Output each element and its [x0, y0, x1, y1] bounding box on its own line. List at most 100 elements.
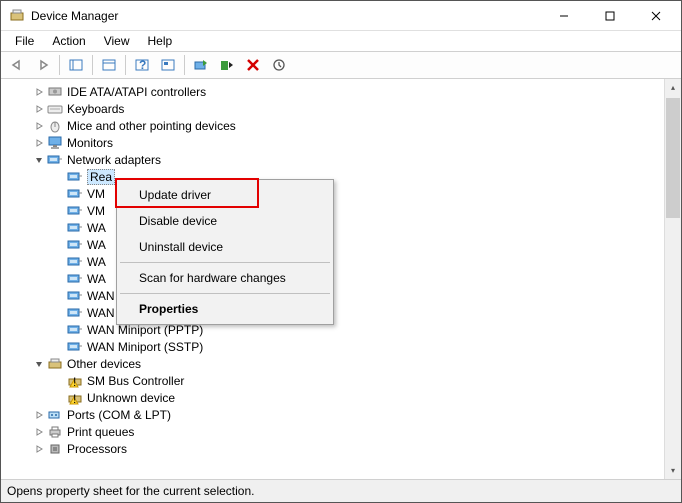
svg-text:?: ?	[139, 58, 146, 72]
nav-back-button[interactable]	[5, 54, 29, 76]
tree-item[interactable]: Other devices	[5, 355, 664, 372]
context-menu-item[interactable]: Update driver	[119, 182, 331, 208]
expand-icon[interactable]	[33, 103, 45, 115]
tree-item[interactable]: WAN Miniport (PPTP)	[5, 321, 664, 338]
tree-item-label: VM	[87, 204, 105, 218]
show-hide-console-button[interactable]	[64, 54, 88, 76]
help-button[interactable]: ?	[130, 54, 154, 76]
uninstall-button[interactable]	[241, 54, 265, 76]
update-driver-button[interactable]	[189, 54, 213, 76]
menu-view[interactable]: View	[96, 32, 138, 50]
toolbar-separator	[184, 55, 185, 75]
mouse-icon	[47, 118, 63, 134]
tree-item-label: Mice and other pointing devices	[67, 119, 236, 133]
tree-item[interactable]: Network adapters	[5, 151, 664, 168]
context-menu-item[interactable]: Uninstall device	[119, 234, 331, 260]
tree-item-label: Network adapters	[67, 153, 161, 167]
tree-item[interactable]: Keyboards	[5, 100, 664, 117]
tree-item[interactable]: !Unknown device	[5, 389, 664, 406]
tree-item-label: Ports (COM & LPT)	[67, 408, 171, 422]
other-icon	[47, 356, 63, 372]
status-text: Opens property sheet for the current sel…	[7, 484, 254, 498]
context-menu-item[interactable]: Disable device	[119, 208, 331, 234]
tree-item[interactable]: Processors	[5, 440, 664, 457]
collapse-icon[interactable]	[33, 358, 45, 370]
expand-icon[interactable]	[33, 137, 45, 149]
net-icon	[47, 152, 63, 168]
tree-item[interactable]: WA	[5, 270, 664, 287]
tree-item-label: WA	[87, 272, 106, 286]
window-controls	[541, 1, 679, 30]
toolbar-separator	[125, 55, 126, 75]
toolbar-separator	[59, 55, 60, 75]
menu-action[interactable]: Action	[44, 32, 93, 50]
context-menu-item[interactable]: Properties	[119, 296, 331, 322]
cpu-icon	[47, 441, 63, 457]
toolbar-separator	[92, 55, 93, 75]
tree-item[interactable]: WAN Miniport (SSTP)	[5, 338, 664, 355]
tree-item[interactable]: Ports (COM & LPT)	[5, 406, 664, 423]
tree-item[interactable]: IDE ATA/ATAPI controllers	[5, 83, 664, 100]
context-menu-item[interactable]: Scan for hardware changes	[119, 265, 331, 291]
scan-button[interactable]	[156, 54, 180, 76]
window-title: Device Manager	[31, 9, 541, 23]
no-expand	[53, 290, 65, 302]
tree-item[interactable]: VM	[5, 202, 664, 219]
printer-icon	[47, 424, 63, 440]
scroll-thumb[interactable]	[666, 98, 680, 218]
app-icon	[9, 8, 25, 24]
close-button[interactable]	[633, 1, 679, 30]
context-menu-separator	[120, 262, 330, 263]
expand-icon[interactable]	[33, 86, 45, 98]
tree-item[interactable]: Monitors	[5, 134, 664, 151]
net-icon	[67, 203, 83, 219]
collapse-icon[interactable]	[33, 154, 45, 166]
net-icon	[67, 271, 83, 287]
device-manager-window: Device Manager File Action View Help ? I…	[0, 0, 682, 503]
tree-item[interactable]: WA	[5, 219, 664, 236]
tree-item[interactable]: !SM Bus Controller	[5, 372, 664, 389]
tree-item[interactable]: Print queues	[5, 423, 664, 440]
expand-icon[interactable]	[33, 120, 45, 132]
tree-item-label: Processors	[67, 442, 127, 456]
scroll-up-button[interactable]: ▴	[665, 79, 681, 96]
no-expand	[53, 375, 65, 387]
tree-item-label: WAN Miniport (SSTP)	[87, 340, 203, 354]
tree-item[interactable]: WAN Miniport (Network Monitor)	[5, 287, 664, 304]
expand-icon[interactable]	[33, 426, 45, 438]
tree-item[interactable]: WA	[5, 236, 664, 253]
disable-button[interactable]	[215, 54, 239, 76]
minimize-button[interactable]	[541, 1, 587, 30]
properties-button[interactable]	[97, 54, 121, 76]
no-expand	[53, 324, 65, 336]
tree-item[interactable]: VM	[5, 185, 664, 202]
no-expand	[53, 341, 65, 353]
tree-item-label: Other devices	[67, 357, 141, 371]
no-expand	[53, 256, 65, 268]
menu-file[interactable]: File	[7, 32, 42, 50]
tree-item-label: VM	[87, 187, 105, 201]
scan-hardware-button[interactable]	[267, 54, 291, 76]
menu-help[interactable]: Help	[140, 32, 181, 50]
net-icon	[67, 288, 83, 304]
monitor-icon	[47, 135, 63, 151]
scroll-track[interactable]	[665, 96, 681, 462]
scroll-down-button[interactable]: ▾	[665, 462, 681, 479]
tree-item-label: Print queues	[67, 425, 134, 439]
tree-item[interactable]: WAN Miniport (PPPOE)	[5, 304, 664, 321]
vertical-scrollbar[interactable]: ▴ ▾	[664, 79, 681, 479]
toolbar: ?	[1, 51, 681, 79]
menubar: File Action View Help	[1, 31, 681, 51]
expand-icon[interactable]	[33, 409, 45, 421]
no-expand	[53, 188, 65, 200]
nav-forward-button[interactable]	[31, 54, 55, 76]
keyboard-icon	[47, 101, 63, 117]
warn-icon: !	[67, 390, 83, 406]
svg-text:!: !	[73, 375, 76, 389]
tree-item[interactable]: Mice and other pointing devices	[5, 117, 664, 134]
tree-item[interactable]: Rea	[5, 168, 664, 185]
tree-item[interactable]: WA	[5, 253, 664, 270]
maximize-button[interactable]	[587, 1, 633, 30]
expand-icon[interactable]	[33, 443, 45, 455]
tree-item-label: WA	[87, 255, 106, 269]
